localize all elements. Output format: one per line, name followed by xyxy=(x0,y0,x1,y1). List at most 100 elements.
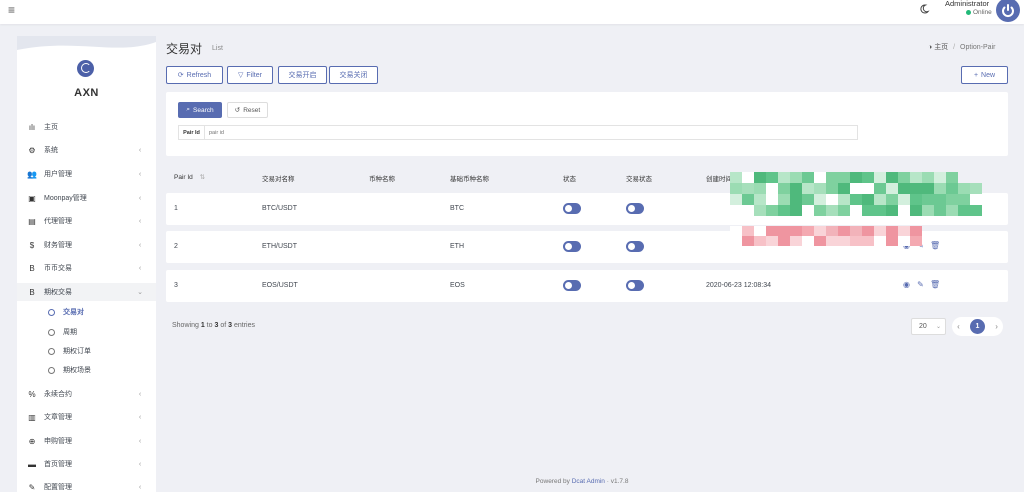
pixel-block xyxy=(970,183,982,194)
pixel-block xyxy=(850,205,862,216)
cell-base-coin: ETH xyxy=(450,243,464,250)
pixel-block xyxy=(958,194,970,205)
pixel-block xyxy=(790,226,802,236)
sidebar-item-after-2[interactable]: ⊕ 申购管理 ‹ xyxy=(17,432,156,450)
sidebar-item-after-1[interactable]: ▥ 文章管理 ‹ xyxy=(17,408,156,426)
pixel-block xyxy=(766,172,778,183)
breadcrumb-home-link[interactable]: 主页 xyxy=(934,44,948,51)
bitcoin-icon: B xyxy=(29,287,35,297)
chevron-icon: ‹ xyxy=(138,390,142,398)
column-header-pair-id-label: Pair Id xyxy=(174,174,193,181)
pixel-block xyxy=(958,183,970,194)
dark-mode-moon-icon[interactable] xyxy=(918,3,930,15)
pixel-block xyxy=(898,226,910,236)
new-button[interactable]: + New xyxy=(961,66,1008,84)
per-page-select[interactable]: 20 ⌄ xyxy=(911,318,946,335)
pixel-block xyxy=(778,194,790,205)
dollar-icon: $ xyxy=(29,240,35,250)
pixel-block xyxy=(970,194,982,205)
trade-status-toggle[interactable] xyxy=(626,203,644,214)
search-button[interactable]: ⌕ Search xyxy=(178,102,222,118)
hamburger-menu-icon[interactable]: ≡ xyxy=(8,3,15,17)
sidebar-item-0[interactable]: ılı 主页 xyxy=(17,118,156,136)
crosshair-icon: ⊕ xyxy=(28,436,36,446)
view-eye-icon[interactable]: ◉ xyxy=(902,280,911,290)
sidebar-subitem-1[interactable]: 周期 xyxy=(17,324,156,340)
pixel-block xyxy=(838,226,850,236)
sidebar-item-4[interactable]: ▤ 代理管理 ‹ xyxy=(17,212,156,230)
breadcrumb-separator: / xyxy=(953,44,956,51)
users-icon: 👥 xyxy=(27,169,37,179)
admin-username[interactable]: Administrator xyxy=(945,0,989,8)
prev-page-icon[interactable]: ‹ xyxy=(957,322,960,331)
sidebar-subitem-3[interactable]: 期权场景 xyxy=(17,362,156,378)
pixel-block xyxy=(730,183,742,194)
pixel-block xyxy=(886,172,898,183)
user-avatar-power-icon[interactable] xyxy=(996,0,1020,22)
pixel-block xyxy=(910,172,922,183)
pixel-block xyxy=(838,183,850,194)
pixel-block xyxy=(970,205,982,216)
sort-icon[interactable]: ⇅ xyxy=(200,174,205,181)
dashboard-icon: ◑ xyxy=(928,44,933,51)
delete-trash-icon[interactable]: 🗑 xyxy=(930,241,940,251)
status-toggle[interactable] xyxy=(563,203,581,214)
pixel-block xyxy=(814,205,826,216)
filter-panel: ⌕ Search ↺ Reset Pair Id xyxy=(166,92,1008,156)
sidebar-item-7[interactable]: B 期权交易 ⌄ xyxy=(17,283,156,301)
open-trade-button[interactable]: 交易开启 xyxy=(278,66,327,84)
page-number-current[interactable]: 1 xyxy=(970,319,985,334)
per-page-value: 20 xyxy=(919,323,927,330)
sidebar-item-label: 币币交易 xyxy=(44,265,72,272)
total-number: 3 xyxy=(228,322,233,329)
online-dot-icon xyxy=(966,9,971,15)
pixel-block xyxy=(802,236,814,246)
pixel-block xyxy=(958,205,970,216)
delete-trash-icon[interactable]: 🗑 xyxy=(930,280,940,290)
trade-status-toggle[interactable] xyxy=(626,241,644,252)
pixel-block xyxy=(802,226,814,236)
pixel-block xyxy=(874,205,886,216)
pair-id-input[interactable] xyxy=(205,125,858,140)
chevron-icon: ‹ xyxy=(138,146,142,154)
chevron-icon: ‹ xyxy=(138,460,142,468)
refresh-button[interactable]: ⟳ Refresh xyxy=(166,66,223,84)
status-toggle[interactable] xyxy=(563,241,581,252)
pixel-block xyxy=(766,226,778,236)
pixel-block xyxy=(766,183,778,194)
cell-pair-id: 3 xyxy=(174,282,178,289)
cell-base-coin: BTC xyxy=(450,205,464,212)
sidebar-item-1[interactable]: ⚙ 系统 ‹ xyxy=(17,141,156,159)
footer-dcat-link[interactable]: Dcat Admin xyxy=(572,478,605,485)
plus-icon: + xyxy=(973,71,979,79)
sidebar-subitem-label: 交易对 xyxy=(63,309,84,316)
sidebar-item-6[interactable]: B 币币交易 ‹ xyxy=(17,259,156,277)
sidebar-subitem-2[interactable]: 期权订单 xyxy=(17,343,156,359)
status-toggle[interactable] xyxy=(563,280,581,291)
reset-button[interactable]: ↺ Reset xyxy=(227,102,268,118)
axn-logo-icon xyxy=(77,60,94,77)
close-trade-button[interactable]: 交易关闭 xyxy=(329,66,378,84)
trade-status-toggle[interactable] xyxy=(626,280,644,291)
pixel-block xyxy=(826,226,838,236)
sidebar-item-after-0[interactable]: % 永续合约 ‹ xyxy=(17,385,156,403)
pixel-block xyxy=(862,236,874,246)
pixel-block xyxy=(778,183,790,194)
next-page-icon[interactable]: › xyxy=(995,322,998,331)
pixel-block xyxy=(910,194,922,205)
filter-button[interactable]: ▽ Filter xyxy=(227,66,273,84)
column-header-pair-id[interactable]: Pair Id ⇅ xyxy=(174,173,205,181)
edit-pencil-icon[interactable]: ✎ xyxy=(916,280,925,290)
circle-icon xyxy=(48,328,55,336)
sidebar-item-2[interactable]: 👥 用户管理 ‹ xyxy=(17,165,156,183)
sidebar-item-5[interactable]: $ 财务管理 ‹ xyxy=(17,236,156,254)
sidebar-brand[interactable]: AXN xyxy=(17,36,156,106)
sidebar-subitem-0[interactable]: 交易对 xyxy=(17,304,156,320)
sidebar-item-after-3[interactable]: ▬ 首页管理 ‹ xyxy=(17,455,156,473)
pixel-block xyxy=(862,194,874,205)
sidebar-item-3[interactable]: ▣ Moonpay管理 ‹ xyxy=(17,189,156,207)
pixel-block xyxy=(754,183,766,194)
pixel-block xyxy=(790,183,802,194)
pixel-block xyxy=(802,172,814,183)
pixel-block xyxy=(766,236,778,246)
